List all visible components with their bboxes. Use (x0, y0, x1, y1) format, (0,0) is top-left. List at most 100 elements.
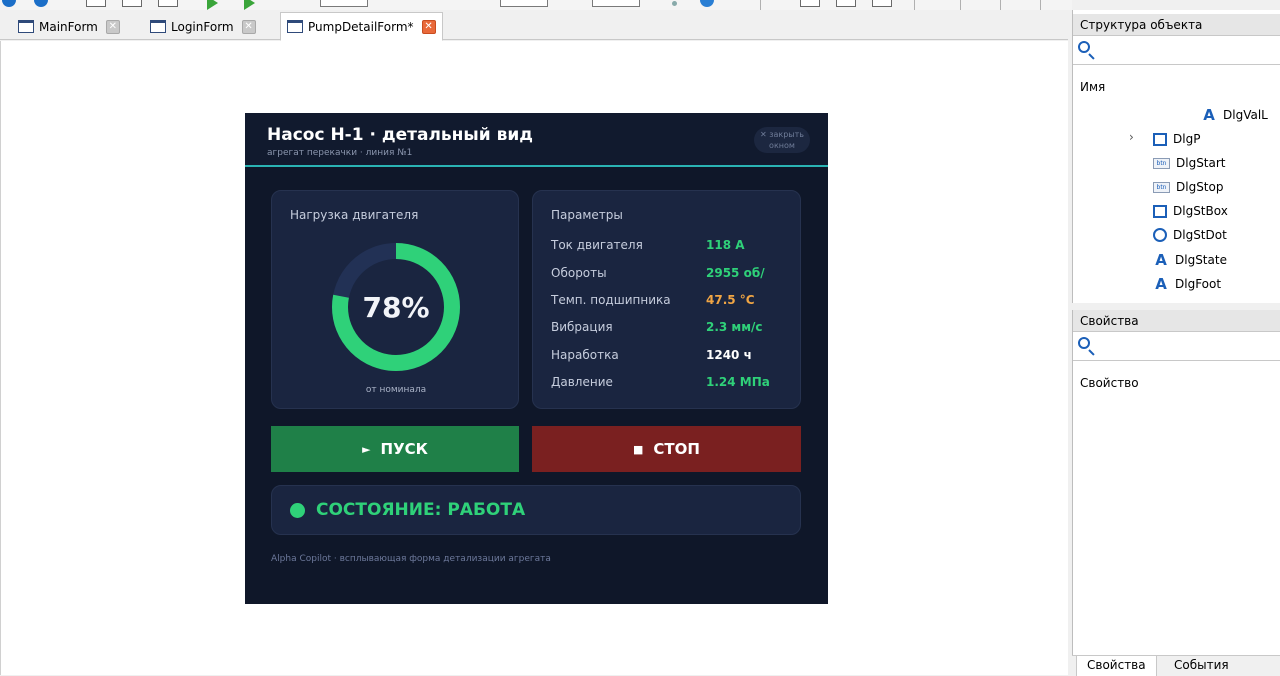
rect-icon (1153, 132, 1167, 146)
tab-label: PumpDetailForm* (308, 19, 414, 34)
design-canvas[interactable]: Насос Н-1 · детальный вид агрегат перека… (0, 41, 1068, 675)
close-icon[interactable]: ✕ (421, 19, 436, 34)
load-caption: от номинала (365, 385, 427, 395)
editor-tab-bar: MainForm ✕ LoginForm ✕ PumpDetailForm* ✕ (0, 10, 1068, 41)
form-icon[interactable] (122, 0, 142, 7)
align-icon[interactable] (800, 0, 820, 7)
panel-bottom-tabs: Свойства События (1072, 655, 1280, 676)
search-icon (1078, 337, 1090, 349)
tree-item-dlgstdot[interactable]: DlgStDot (1153, 225, 1227, 245)
tab-loginform[interactable]: LoginForm ✕ (144, 13, 262, 40)
stop-button-label: СТОП (653, 440, 700, 458)
structure-panel-title: Структура объекта (1073, 14, 1280, 36)
tree-item-dlgstbox[interactable]: DlgStBox (1153, 201, 1228, 221)
form-icon (287, 20, 303, 33)
tree-item-dlgstate[interactable]: A DlgState (1153, 250, 1227, 270)
toolbar-field[interactable] (320, 0, 368, 7)
align-icon[interactable] (872, 0, 892, 7)
start-button-label: ПУСК (380, 440, 428, 458)
param-row-bearing-temp: Темп. подшипника 47.5 °C (551, 293, 791, 311)
tree-item-label: DlgFoot (1175, 277, 1222, 291)
close-dialog-button[interactable]: ✕ закрыть окном (754, 127, 810, 153)
button-icon: btn (1153, 181, 1170, 193)
name-column-header: Имя (1080, 80, 1106, 94)
button-icon: btn (1153, 157, 1170, 169)
toolbar-field[interactable] (500, 0, 548, 7)
param-row-rpm: Обороты 2955 об/ (551, 266, 791, 284)
form-icon[interactable] (158, 0, 178, 7)
dialog-footer: Alpha Copilot · всплывающая форма детали… (271, 554, 551, 564)
run-icon[interactable] (207, 0, 218, 10)
param-row-vibration: Вибрация 2.3 мм/с (551, 320, 791, 338)
tab-mainform[interactable]: MainForm ✕ (12, 13, 126, 40)
tab-events[interactable]: События (1164, 656, 1239, 676)
close-icon[interactable]: ✕ (241, 19, 256, 34)
stop-button[interactable]: ■ СТОП (532, 426, 801, 472)
tree-item-dlgfoot[interactable]: A DlgFoot (1153, 274, 1221, 294)
stop-icon: ■ (633, 442, 644, 456)
tree-item-label: DlgValL (1223, 108, 1268, 122)
tree-item-dlgstart[interactable]: btn DlgStart (1153, 153, 1226, 173)
close-icon[interactable]: ✕ (105, 19, 120, 34)
tree-item-label: DlgStDot (1173, 228, 1227, 242)
param-value: 1.24 МПа (706, 375, 770, 389)
param-value: 2955 об/ (706, 266, 765, 280)
pump-detail-dialog[interactable]: Насос Н-1 · детальный вид агрегат перека… (245, 113, 828, 604)
param-row-current: Ток двигателя 118 А (551, 238, 791, 256)
circle-icon (1153, 228, 1167, 242)
link-icon[interactable] (700, 0, 714, 7)
parameters-card: Параметры Ток двигателя 118 А Обороты 29… (532, 190, 801, 409)
play-icon: ► (362, 442, 371, 456)
form-icon (150, 20, 166, 33)
properties-search-input[interactable] (1073, 333, 1280, 361)
text-icon: A (1203, 106, 1215, 124)
search-icon (1078, 41, 1090, 53)
properties-panel: Свойства Свойство (1072, 310, 1280, 655)
tree-item-label: DlgState (1175, 253, 1227, 267)
param-name: Ток двигателя (551, 238, 643, 252)
align-icon[interactable] (836, 0, 856, 7)
text-icon: A (1155, 275, 1167, 293)
card-title: Нагрузка двигателя (290, 208, 419, 222)
dialog-subtitle: агрегат перекачки · линия №1 (267, 148, 413, 158)
properties-panel-title: Свойства (1073, 310, 1280, 332)
form-icon[interactable] (86, 0, 106, 7)
param-value: 47.5 °C (706, 293, 755, 307)
tab-label: MainForm (39, 19, 98, 34)
separator (914, 0, 915, 10)
param-name: Темп. подшипника (551, 293, 671, 307)
param-value: 118 А (706, 238, 745, 252)
tab-pumpdetailform[interactable]: PumpDetailForm* ✕ (280, 12, 443, 41)
forward-icon[interactable] (34, 0, 48, 7)
toolbar-field[interactable] (592, 0, 640, 7)
load-value: 78% (362, 291, 430, 324)
param-value: 1240 ч (706, 348, 752, 362)
property-column-header: Свойство (1080, 376, 1139, 390)
rect-icon (1153, 204, 1167, 218)
param-row-runtime: Наработка 1240 ч (551, 348, 791, 366)
tree-item-dlgp[interactable]: DlgP (1153, 129, 1200, 149)
form-icon (18, 20, 34, 33)
back-icon[interactable] (2, 0, 16, 7)
dialog-header: Насос Н-1 · детальный вид агрегат перека… (245, 113, 828, 167)
param-row-pressure: Давление 1.24 МПа (551, 375, 791, 393)
text-icon: A (1155, 251, 1167, 269)
chevron-right-icon[interactable]: › (1129, 130, 1134, 144)
param-name: Обороты (551, 266, 607, 280)
tree-item-label: DlgP (1173, 132, 1201, 146)
start-button[interactable]: ► ПУСК (271, 426, 519, 472)
param-name: Наработка (551, 348, 619, 362)
param-name: Вибрация (551, 320, 613, 334)
structure-panel: Структура объекта Имя A DlgValL › DlgP b… (1072, 10, 1280, 303)
dialog-title: Насос Н-1 · детальный вид (267, 125, 533, 145)
motor-load-card: Нагрузка двигателя 78% от номинала (271, 190, 519, 409)
card-title: Параметры (551, 208, 623, 222)
separator (1040, 0, 1041, 10)
tab-properties[interactable]: Свойства (1076, 656, 1157, 676)
structure-search-input[interactable] (1073, 37, 1280, 65)
toolbar-dot-icon[interactable] (672, 1, 677, 6)
tree-item-dlgstop[interactable]: btn DlgStop (1153, 177, 1223, 197)
run-icon[interactable] (244, 0, 255, 10)
param-name: Давление (551, 375, 613, 389)
tree-item-dlgvall[interactable]: A DlgValL (1201, 105, 1268, 125)
